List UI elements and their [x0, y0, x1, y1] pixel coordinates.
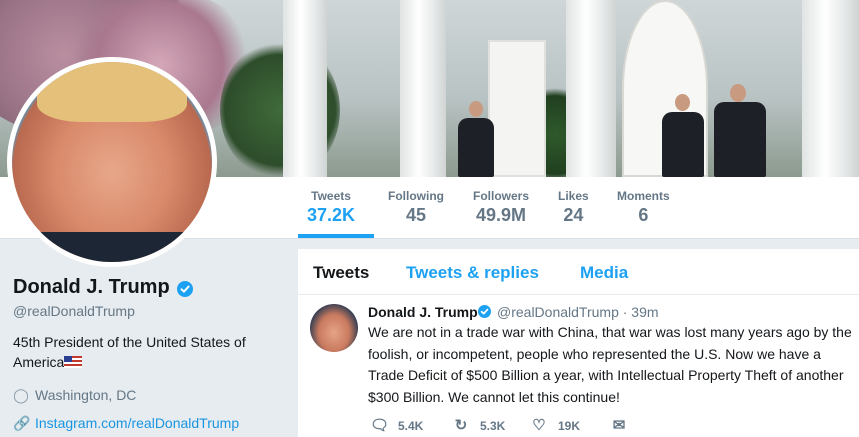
verified-badge-icon: [177, 281, 193, 297]
verified-badge-icon: [478, 305, 491, 318]
tab-media[interactable]: Media: [580, 263, 628, 283]
stat-followers[interactable]: Followers 49.9M: [473, 189, 529, 226]
reply-icon: 🗨: [370, 417, 390, 434]
profile-bio: 45th President of the United States of A…: [13, 332, 283, 372]
us-flag-icon: [64, 356, 83, 368]
reply-count: 5.4K: [398, 419, 424, 433]
heart-icon: ♡: [532, 417, 546, 434]
retweet-button[interactable]: ↻ 5.3K: [452, 416, 506, 434]
stat-following[interactable]: Following 45: [388, 189, 444, 226]
stat-value: 24: [563, 205, 584, 225]
retweet-count: 5.3K: [480, 419, 506, 433]
tab-tweets[interactable]: Tweets: [313, 263, 369, 283]
profile-avatar[interactable]: [7, 57, 217, 267]
like-count: 19K: [558, 419, 581, 433]
stat-moments[interactable]: Moments 6: [617, 189, 670, 226]
stat-label: Following: [388, 189, 444, 203]
stat-label: Tweets: [311, 189, 351, 203]
envelope-icon: ✉: [612, 417, 626, 434]
link-text[interactable]: Instagram.com/realDonaldTrump: [35, 415, 239, 431]
stat-label: Followers: [473, 189, 530, 203]
active-stat-indicator: [298, 234, 374, 238]
retweet-icon: ↻: [454, 417, 468, 434]
reply-button[interactable]: 🗨 5.4K: [370, 416, 423, 434]
avatar-image: [12, 62, 212, 262]
stat-label: Likes: [558, 189, 589, 203]
profile-page: Tweets 37.2K Following 45 Followers 49.9…: [0, 0, 859, 437]
location-text: Washington, DC: [35, 387, 137, 403]
bio-text: 45th President of the United States of A…: [13, 334, 246, 370]
timeline-tabs: Tweets Tweets & replies Media: [298, 249, 859, 295]
stat-value: 49.9M: [475, 205, 527, 225]
tweet-text: We are not in a trade war with China, th…: [368, 324, 852, 405]
profile-location: ◯ Washington, DC: [13, 387, 136, 404]
profile-link[interactable]: 🔗 Instagram.com/realDonaldTrump: [13, 415, 239, 432]
tweet-author-handle[interactable]: @realDonaldTrump · 39m: [497, 304, 659, 320]
like-button[interactable]: ♡ 19K: [530, 416, 580, 434]
direct-message-button[interactable]: ✉: [610, 416, 638, 434]
stat-likes[interactable]: Likes 24: [558, 189, 589, 226]
link-icon: 🔗: [13, 415, 31, 431]
tab-tweets-replies[interactable]: Tweets & replies: [406, 263, 539, 283]
stat-label: Moments: [617, 189, 670, 203]
tweet-avatar[interactable]: [310, 304, 358, 352]
stat-value: 6: [638, 205, 649, 225]
stat-tweets[interactable]: Tweets 37.2K: [307, 189, 355, 226]
profile-handle[interactable]: @realDonaldTrump: [13, 303, 135, 319]
profile-name[interactable]: Donald J. Trump: [13, 276, 170, 299]
stat-value: 45: [405, 205, 427, 225]
stat-value: 37.2K: [307, 205, 356, 225]
map-pin-icon: ◯: [13, 387, 29, 403]
tweet-author-name[interactable]: Donald J. Trump: [368, 304, 478, 320]
